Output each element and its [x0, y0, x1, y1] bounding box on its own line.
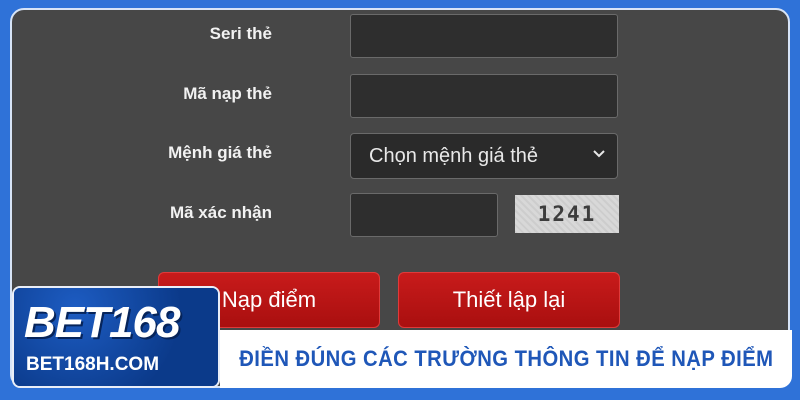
form-row-card-code: Mã nạp thẻ: [12, 72, 788, 120]
logo-wordmark: BET168: [24, 298, 180, 347]
denomination-select[interactable]: Chọn mệnh giá thẻ: [350, 133, 618, 179]
captcha-label: Mã xác nhận: [169, 203, 272, 222]
frame-background: Seri thẻ Mã nạp thẻ Mệnh giá thẻ Chọn mệ…: [0, 0, 800, 400]
caption-bar: ĐIỀN ĐÚNG CÁC TRƯỜNG THÔNG TIN ĐỂ NẠP ĐI…: [220, 330, 792, 388]
captcha-input[interactable]: [350, 193, 498, 237]
caption-text: ĐIỀN ĐÚNG CÁC TRƯỜNG THÔNG TIN ĐỂ NẠP ĐI…: [238, 346, 774, 371]
chevron-down-icon: [593, 150, 605, 158]
form-row-serial: Seri thẻ: [12, 12, 788, 60]
denomination-label: Mệnh giá thẻ: [168, 143, 272, 162]
card-code-input[interactable]: [350, 74, 618, 118]
form-row-captcha: Mã xác nhận 1241: [12, 191, 788, 239]
captcha-code: 1241: [537, 202, 597, 226]
serial-label: Seri thẻ: [209, 24, 272, 43]
denomination-selected-value: Chọn mệnh giá thẻ: [369, 145, 539, 167]
brand-logo: BET168 BET168H.COM: [12, 286, 220, 388]
logo-domain: BET168H.COM: [26, 354, 160, 375]
captcha-image: 1241: [515, 195, 619, 233]
card-code-label: Mã nạp thẻ: [183, 84, 272, 103]
reset-button[interactable]: Thiết lập lại: [398, 272, 620, 328]
serial-input[interactable]: [350, 14, 618, 58]
form-row-denomination: Mệnh giá thẻ Chọn mệnh giá thẻ: [12, 131, 788, 179]
